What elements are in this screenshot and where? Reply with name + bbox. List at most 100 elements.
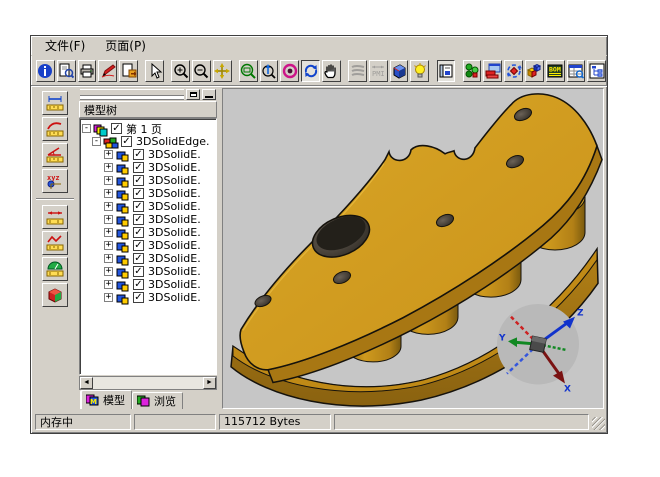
toolbar-separator <box>342 60 347 82</box>
tree-item-part[interactable]: + ✓ 3DSolidE. <box>104 226 216 239</box>
pmi-button[interactable]: PMI <box>369 60 388 82</box>
expand-icon[interactable]: + <box>104 241 113 250</box>
snapshot-button[interactable] <box>483 60 502 82</box>
measure-angle-button[interactable] <box>42 143 68 167</box>
expand-icon[interactable]: + <box>104 150 113 159</box>
measure-volume-button[interactable] <box>42 283 68 307</box>
zoom-extents-button[interactable] <box>260 60 279 82</box>
tree-item-label: 3DSolidE. <box>148 174 201 187</box>
visibility-checkbox[interactable]: ✓ <box>133 279 144 290</box>
assembly-button[interactable] <box>463 60 482 82</box>
measure-curve-button[interactable] <box>42 117 68 141</box>
collapse-icon[interactable]: - <box>92 137 101 146</box>
explode-view-icon <box>526 63 542 79</box>
tree-item-part[interactable]: + ✓ 3DSolidE. <box>104 252 216 265</box>
tree-item-label: 3DSolidE. <box>148 200 201 213</box>
markup-pen-button[interactable] <box>98 60 117 82</box>
info-button[interactable] <box>36 60 55 82</box>
pan-icon <box>214 63 230 79</box>
visibility-checkbox[interactable]: ✓ <box>133 162 144 173</box>
tree-item-part[interactable]: + ✓ 3DSolidE. <box>104 187 216 200</box>
select-cursor-button[interactable] <box>145 60 164 82</box>
menu-page[interactable]: 页面(P) <box>97 35 154 56</box>
visibility-checkbox[interactable]: ✓ <box>133 201 144 212</box>
tree-item-part[interactable]: + ✓ 3DSolidE. <box>104 239 216 252</box>
render-mode-button[interactable] <box>280 60 299 82</box>
collapse-icon[interactable]: - <box>82 124 91 133</box>
panel-float-button[interactable] <box>186 89 200 100</box>
part-icon <box>115 174 131 187</box>
tree-item-page[interactable]: - ✓ 第 1 页 <box>82 122 216 135</box>
measure-coordinate-button[interactable]: xyz <box>42 169 68 193</box>
tree-item-part[interactable]: + ✓ 3DSolidE. <box>104 148 216 161</box>
pan-button[interactable] <box>213 60 232 82</box>
scroll-right-arrow[interactable]: ► <box>203 377 216 389</box>
visibility-checkbox[interactable]: ✓ <box>133 188 144 199</box>
open-file-button[interactable] <box>57 60 76 82</box>
assembly-icon <box>464 63 480 79</box>
layers-button[interactable] <box>348 60 367 82</box>
measure-horizontal-button[interactable] <box>42 91 68 115</box>
expand-icon[interactable]: + <box>104 267 113 276</box>
properties-table-button[interactable] <box>567 60 586 82</box>
visibility-checkbox[interactable]: ✓ <box>133 292 144 303</box>
bom-button[interactable]: BOM <box>546 60 565 82</box>
expand-icon[interactable]: + <box>104 189 113 198</box>
light-button[interactable] <box>410 60 429 82</box>
tree-item-part[interactable]: + ✓ 3DSolidE. <box>104 291 216 304</box>
measure-area-button[interactable] <box>42 257 68 281</box>
rotate-button[interactable] <box>301 60 320 82</box>
resize-grip[interactable] <box>592 417 605 430</box>
expand-icon[interactable]: + <box>104 215 113 224</box>
tree-item-part[interactable]: + ✓ 3DSolidE. <box>104 278 216 291</box>
model-tree[interactable]: - ✓ 第 1 页 - ✓ 3DSolidEdge. + ✓ 3DSolidE.… <box>79 118 217 375</box>
expand-icon[interactable]: + <box>104 176 113 185</box>
measure-distance-button[interactable] <box>42 205 68 229</box>
explode-view-button[interactable] <box>525 60 544 82</box>
tree-item-part[interactable]: + ✓ 3DSolidE. <box>104 174 216 187</box>
measure-polyline-button[interactable] <box>42 231 68 255</box>
expand-icon[interactable]: + <box>104 280 113 289</box>
tab-browse[interactable]: 浏览 <box>132 392 183 409</box>
visibility-checkbox[interactable]: ✓ <box>133 214 144 225</box>
visibility-checkbox[interactable]: ✓ <box>133 266 144 277</box>
tree-item-part[interactable]: + ✓ 3DSolidE. <box>104 265 216 278</box>
visibility-checkbox[interactable]: ✓ <box>133 227 144 238</box>
expand-icon[interactable]: + <box>104 228 113 237</box>
print-button[interactable] <box>78 60 97 82</box>
pan-hand-button[interactable] <box>322 60 341 82</box>
axis-z-label: Z <box>577 309 584 319</box>
zoom-window-button[interactable] <box>239 60 258 82</box>
menu-file[interactable]: 文件(F) <box>37 35 93 56</box>
panel-hide-button[interactable] <box>202 89 216 100</box>
expand-icon[interactable]: + <box>104 163 113 172</box>
zoom-in-button[interactable] <box>171 60 190 82</box>
tree-hscrollbar[interactable]: ◄ ► <box>79 376 217 390</box>
expand-icon[interactable]: + <box>104 293 113 302</box>
scroll-left-arrow[interactable]: ◄ <box>80 377 93 389</box>
visibility-checkbox[interactable]: ✓ <box>133 149 144 160</box>
render-mode-icon <box>282 63 298 79</box>
tree-item-assembly[interactable]: - ✓ 3DSolidEdge. <box>92 135 216 148</box>
view-cube-button[interactable] <box>390 60 409 82</box>
tree-item-part[interactable]: + ✓ 3DSolidE. <box>104 161 216 174</box>
visibility-checkbox[interactable]: ✓ <box>121 136 132 147</box>
update-view-button[interactable] <box>504 60 523 82</box>
panel-drag-grip[interactable] <box>80 89 184 96</box>
tab-model[interactable]: M 模型 <box>81 390 132 409</box>
export-button[interactable] <box>119 60 138 82</box>
expand-icon[interactable]: + <box>104 254 113 263</box>
zoom-out-button[interactable] <box>192 60 211 82</box>
visibility-checkbox[interactable]: ✓ <box>133 240 144 251</box>
visibility-checkbox[interactable]: ✓ <box>133 175 144 186</box>
tree-item-part[interactable]: + ✓ 3DSolidE. <box>104 200 216 213</box>
visibility-checkbox[interactable]: ✓ <box>111 123 122 134</box>
notebook-button[interactable] <box>437 60 456 82</box>
measure-distance-icon <box>46 208 64 226</box>
expand-icon[interactable]: + <box>104 202 113 211</box>
visibility-checkbox[interactable]: ✓ <box>133 253 144 264</box>
structure-tree-button[interactable] <box>587 60 606 82</box>
viewport-3d[interactable]: Z X Y <box>222 88 604 409</box>
tree-item-part[interactable]: + ✓ 3DSolidE. <box>104 213 216 226</box>
print-icon <box>79 63 95 79</box>
